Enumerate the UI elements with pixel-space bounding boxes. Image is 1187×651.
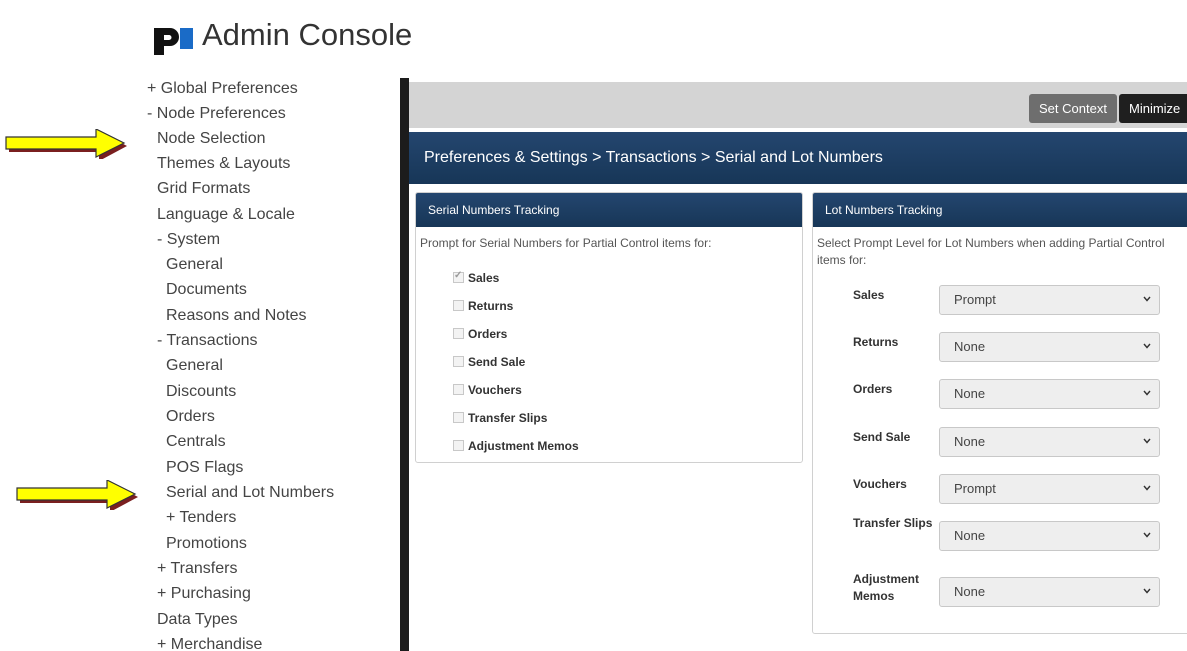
app-header: Admin Console	[0, 0, 1187, 78]
checkbox[interactable]	[453, 328, 464, 339]
lot-label-orders: Orders	[853, 382, 893, 396]
serial-option-send-sale[interactable]: Send Sale	[453, 355, 525, 373]
sidebar-item-node-selection[interactable]: Node Selection	[157, 128, 266, 153]
sidebar-item-global-preferences[interactable]: + Global Preferences	[147, 78, 298, 103]
sidebar-item-serial-lot-numbers[interactable]: Serial and Lot Numbers	[166, 482, 334, 507]
lot-label-returns: Returns	[853, 335, 899, 349]
lot-panel-description: Select Prompt Level for Lot Numbers when…	[817, 236, 1165, 267]
lot-label-transfer-slips: Transfer Slips	[853, 516, 933, 530]
sidebar-nav: + Global Preferences - Node Preferences …	[145, 78, 400, 651]
option-label: Transfer Slips	[468, 411, 548, 425]
option-label: Orders	[468, 327, 508, 341]
chevron-down-icon	[1143, 390, 1151, 396]
checkbox[interactable]	[453, 440, 464, 451]
arrow-right-icon	[16, 480, 138, 510]
sidebar-item-transactions-general[interactable]: General	[166, 355, 223, 380]
chevron-down-icon	[1143, 343, 1151, 349]
sidebar-item-data-types[interactable]: Data Types	[157, 609, 238, 634]
sidebar-item-discounts[interactable]: Discounts	[166, 381, 236, 406]
chevron-down-icon	[1143, 296, 1151, 302]
serial-option-adjustment-memos[interactable]: Adjustment Memos	[453, 439, 579, 457]
chevron-down-icon	[1143, 485, 1151, 491]
lot-label-sales: Sales	[853, 288, 885, 302]
serial-option-transfer-slips[interactable]: Transfer Slips	[453, 411, 547, 429]
sidebar-item-language-locale[interactable]: Language & Locale	[157, 204, 295, 229]
checkbox[interactable]	[453, 300, 464, 311]
sidebar-item-transactions[interactable]: - Transactions	[157, 330, 257, 355]
lot-select-adjustment-memos[interactable]: None	[939, 577, 1160, 607]
chevron-down-icon	[1143, 438, 1151, 444]
lot-select-transfer-slips[interactable]: None	[939, 521, 1160, 551]
select-value: Prompt	[954, 292, 996, 307]
select-value: None	[954, 584, 986, 599]
option-label: Sales	[468, 271, 500, 285]
serial-numbers-panel: Serial Numbers Tracking Prompt for Seria…	[415, 192, 803, 463]
sidebar-item-documents[interactable]: Documents	[166, 279, 247, 304]
main-content: Set Context Minimize Preferences & Setti…	[409, 78, 1187, 651]
lot-select-vouchers[interactable]: Prompt	[939, 474, 1160, 504]
serial-panel-title: Serial Numbers Tracking	[416, 193, 802, 227]
select-value: None	[954, 528, 986, 543]
select-value: None	[954, 339, 986, 354]
checkbox[interactable]	[453, 412, 464, 423]
lot-label-adjustment-memos: Adjustment Memos	[853, 572, 919, 603]
toolbar: Set Context Minimize	[409, 82, 1187, 128]
select-value: Prompt	[954, 481, 996, 496]
checkbox[interactable]	[453, 270, 464, 283]
select-value: None	[954, 434, 986, 449]
select-value: None	[954, 386, 986, 401]
sidebar-divider[interactable]	[400, 78, 409, 651]
sidebar-item-themes-layouts[interactable]: Themes & Layouts	[157, 153, 290, 178]
option-label: Send Sale	[468, 355, 526, 369]
option-label: Vouchers	[468, 383, 522, 397]
set-context-button[interactable]: Set Context	[1029, 94, 1117, 123]
chevron-down-icon	[1143, 588, 1151, 594]
sidebar-item-orders[interactable]: Orders	[166, 406, 215, 431]
minimize-button[interactable]: Minimize	[1119, 94, 1187, 123]
option-label: Returns	[468, 299, 514, 313]
serial-option-sales[interactable]: Sales	[453, 270, 500, 289]
sidebar-item-tenders[interactable]: + Tenders	[166, 507, 236, 532]
sidebar-item-transfers[interactable]: + Transfers	[157, 558, 237, 583]
logo-icon	[154, 28, 193, 55]
serial-option-returns[interactable]: Returns	[453, 299, 513, 317]
lot-label-vouchers: Vouchers	[853, 477, 907, 491]
sidebar-item-reasons-notes[interactable]: Reasons and Notes	[166, 305, 307, 330]
checkbox[interactable]	[453, 384, 464, 395]
sidebar-item-node-preferences[interactable]: - Node Preferences	[147, 103, 286, 128]
checkbox[interactable]	[453, 356, 464, 367]
serial-option-vouchers[interactable]: Vouchers	[453, 383, 522, 401]
option-label: Adjustment Memos	[468, 439, 579, 453]
sidebar-item-pos-flags[interactable]: POS Flags	[166, 457, 243, 482]
lot-label-send-sale: Send Sale	[853, 430, 911, 444]
serial-option-orders[interactable]: Orders	[453, 327, 507, 345]
lot-select-send-sale[interactable]: None	[939, 427, 1160, 457]
lot-select-returns[interactable]: None	[939, 332, 1160, 362]
lot-select-sales[interactable]: Prompt	[939, 285, 1160, 315]
sidebar-item-system-general[interactable]: General	[166, 254, 223, 279]
chevron-down-icon	[1143, 532, 1151, 538]
sidebar-item-purchasing[interactable]: + Purchasing	[157, 583, 251, 608]
sidebar-item-system[interactable]: - System	[157, 229, 220, 254]
lot-select-orders[interactable]: None	[939, 379, 1160, 409]
breadcrumb: Preferences & Settings > Transactions > …	[409, 132, 1187, 184]
serial-panel-description: Prompt for Serial Numbers for Partial Co…	[420, 236, 712, 250]
sidebar-item-grid-formats[interactable]: Grid Formats	[157, 178, 250, 203]
arrow-right-icon	[5, 129, 127, 159]
app-title: Admin Console	[202, 17, 413, 52]
sidebar-item-centrals[interactable]: Centrals	[166, 431, 226, 456]
sidebar-item-promotions[interactable]: Promotions	[166, 533, 247, 558]
lot-panel-title: Lot Numbers Tracking	[813, 193, 1187, 227]
lot-numbers-panel: Lot Numbers Tracking Select Prompt Level…	[812, 192, 1187, 634]
sidebar-item-merchandise[interactable]: + Merchandise	[157, 634, 262, 651]
